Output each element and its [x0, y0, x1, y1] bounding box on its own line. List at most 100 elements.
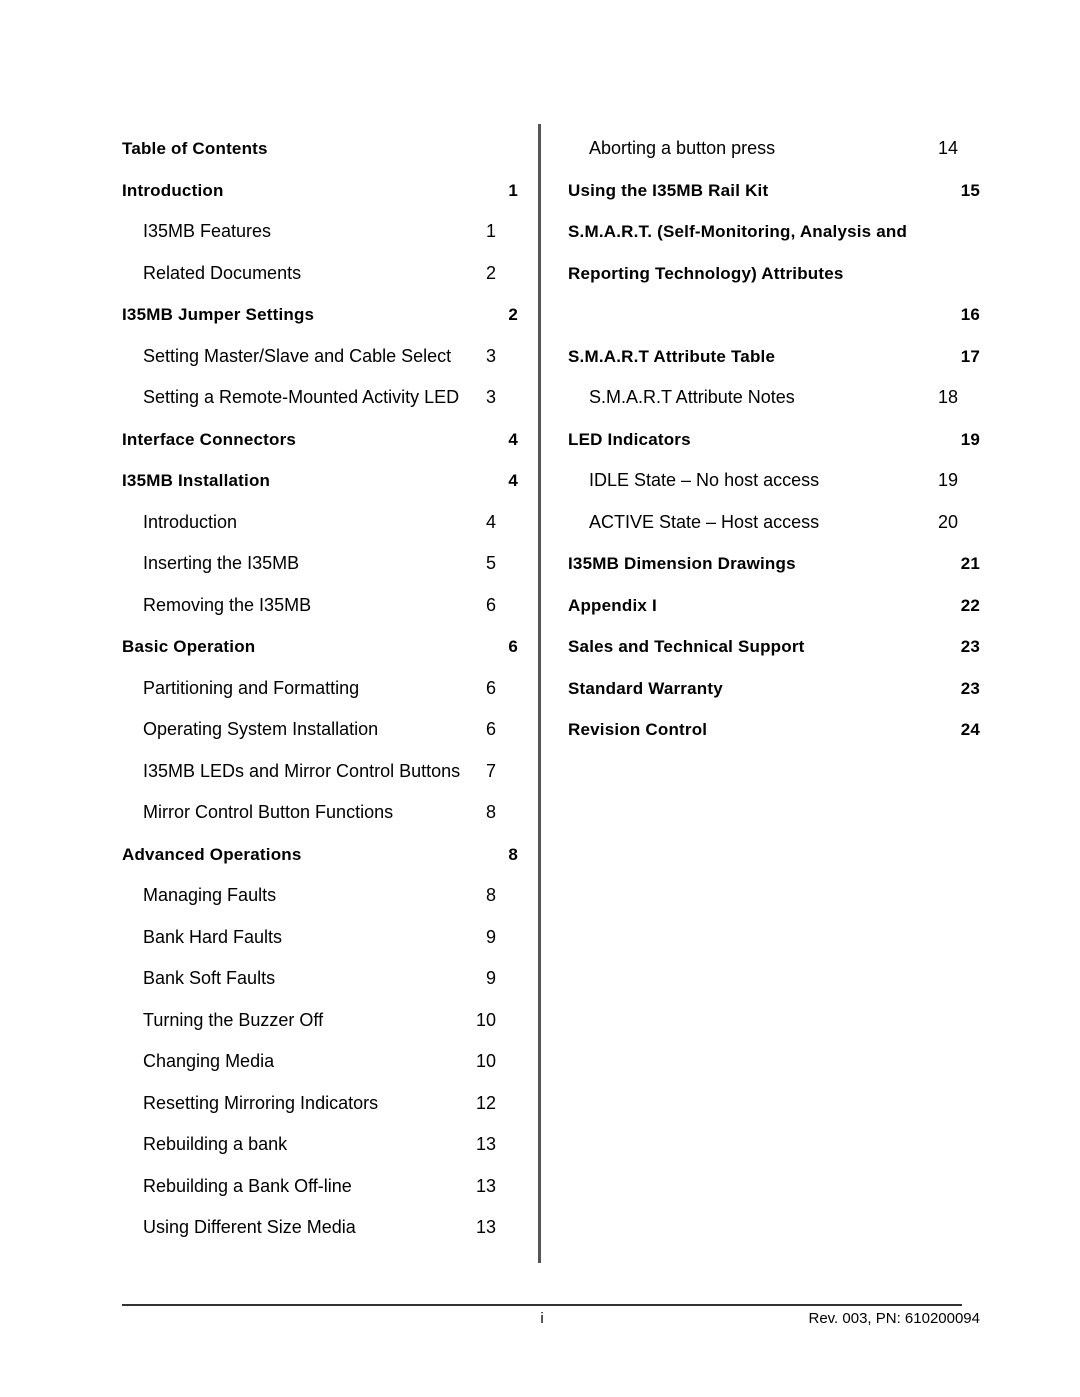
toc-entry[interactable]: Turning the Buzzer Off 10 — [122, 1000, 518, 1042]
toc-entry-page-number: 9 — [485, 926, 496, 947]
toc-entry-page-number: 8 — [508, 844, 518, 864]
footer-divider-rule — [122, 1304, 962, 1306]
toc-entry-label: Rebuilding a Bank Off-line — [143, 1175, 352, 1196]
toc-entry-page-number: 19 — [960, 429, 980, 449]
toc-entry[interactable]: Rebuilding a bank 13 — [122, 1124, 518, 1166]
toc-entry-label: Mirror Control Button Functions — [143, 802, 394, 822]
toc-entry-label: Turning the Buzzer Off — [143, 1009, 324, 1030]
toc-entry[interactable]: Setting Master/Slave and Cable Select 3 — [122, 336, 518, 378]
toc-entry[interactable]: Mirror Control Button Functions 8 — [122, 792, 518, 834]
toc-right-column: Aborting a button press 14 Using the I35MB… — [568, 128, 980, 751]
toc-entry-label: S.M.A.R.T Attribute Table — [568, 346, 776, 366]
toc-left-column: Table of Contents Introduction 1 I35MB Fea… — [122, 128, 518, 1249]
toc-entry-label: Aborting a button press — [589, 138, 776, 158]
toc-entry-page-number: 22 — [960, 595, 980, 615]
toc-entry[interactable]: I35MB Features 1 — [122, 211, 518, 253]
toc-entry[interactable]: Advanced Operations 8 — [122, 834, 518, 876]
toc-entry-page-number: 10 — [475, 1051, 496, 1071]
toc-entry-label: Sales and Technical Support — [568, 637, 805, 656]
toc-entry-label: S.M.A.R.T. (Self-Monitoring, Analysis an… — [568, 222, 908, 283]
toc-entry-page-number: 13 — [475, 1134, 496, 1154]
toc-entry[interactable]: S.M.A.R.T. (Self-Monitoring, Analysis an… — [568, 211, 980, 336]
toc-entry[interactable]: IDLE State – No host access 19 — [568, 460, 980, 502]
toc-entry[interactable]: Related Documents 2 — [122, 253, 518, 295]
toc-entry[interactable]: ACTIVE State – Host access 20 — [568, 502, 980, 544]
toc-entry-label: Appendix I — [568, 595, 657, 615]
toc-entry-page-number: 21 — [960, 554, 980, 573]
toc-entry[interactable]: Using Different Size Media 13 — [122, 1207, 518, 1249]
toc-entry[interactable]: Introduction 1 — [122, 170, 518, 212]
toc-entry-label: Revision Control — [568, 720, 708, 739]
toc-entry-label: Bank Soft Faults — [143, 968, 276, 988]
toc-entry-page-number: 19 — [937, 470, 958, 490]
toc-entry[interactable]: Bank Soft Faults 9 — [122, 958, 518, 1000]
toc-entry[interactable]: S.M.A.R.T Attribute Table 17 — [568, 336, 980, 378]
toc-entry[interactable]: Basic Operation 6 — [122, 626, 518, 668]
toc-entry-label: Setting Master/Slave and Cable Select — [143, 345, 452, 366]
toc-entry-label: I35MB Dimension Drawings — [568, 554, 796, 573]
toc-entry[interactable]: Removing the I35MB 6 — [122, 585, 518, 627]
toc-entry[interactable]: Rebuilding a Bank Off-line 13 — [122, 1166, 518, 1208]
toc-entry[interactable]: Standard Warranty 23 — [568, 668, 980, 710]
toc-entry-page-number: 3 — [485, 345, 496, 366]
toc-entry-page-number: 4 — [508, 429, 518, 449]
toc-entry-label: Advanced Operations — [122, 844, 302, 864]
toc-entry[interactable]: Managing Faults 8 — [122, 875, 518, 917]
toc-entry-label: Introduction — [143, 511, 238, 532]
toc-entry-label: ACTIVE State – Host access — [589, 511, 820, 532]
toc-entry-label: Changing Media — [143, 1051, 275, 1071]
toc-entry-page-number: 6 — [485, 719, 496, 739]
toc-entry-page-number: 8 — [485, 885, 496, 905]
toc-entry-page-number: 23 — [960, 678, 980, 698]
toc-entry[interactable]: LED Indicators 19 — [568, 419, 980, 461]
toc-entry[interactable]: Appendix I 22 — [568, 585, 980, 627]
toc-entry-label: Setting a Remote-Mounted Activity LED — [143, 387, 460, 407]
toc-entry-page-number: 16 — [960, 305, 980, 324]
toc-entry-page-number: 5 — [485, 553, 496, 573]
toc-entry-label: Resetting Mirroring Indicators — [143, 1092, 379, 1113]
toc-entry-label: S.M.A.R.T Attribute Notes — [589, 387, 795, 407]
toc-entry[interactable]: Sales and Technical Support 23 — [568, 626, 980, 668]
toc-entry[interactable]: Interface Connectors 4 — [122, 419, 518, 461]
toc-entry[interactable]: Setting a Remote-Mounted Activity LED 3 — [122, 377, 518, 419]
toc-entry-page-number: 17 — [960, 346, 980, 366]
toc-entry[interactable]: Operating System Installation 6 — [122, 709, 518, 751]
toc-entry-page-number: 3 — [485, 387, 496, 407]
toc-entry-label: Inserting the I35MB — [143, 553, 300, 573]
toc-entry-label: Managing Faults — [143, 885, 277, 905]
toc-entry[interactable]: Inserting the I35MB 5 — [122, 543, 518, 585]
toc-entry[interactable]: Bank Hard Faults 9 — [122, 917, 518, 959]
toc-entry-label: Rebuilding a bank — [143, 1134, 288, 1154]
toc-entry-label: Partitioning and Formatting — [143, 677, 360, 698]
toc-entry[interactable]: Introduction 4 — [122, 502, 518, 544]
toc-entry-label: Using the I35MB Rail Kit — [568, 180, 769, 200]
toc-entry[interactable]: Resetting Mirroring Indicators 12 — [122, 1083, 518, 1125]
toc-entry-page-number: 6 — [508, 637, 518, 656]
toc-entry[interactable]: Partitioning and Formatting 6 — [122, 668, 518, 710]
toc-entry[interactable]: Changing Media 10 — [122, 1041, 518, 1083]
toc-entry-page-number: 6 — [485, 677, 496, 698]
toc-entry[interactable]: I35MB LEDs and Mirror Control Buttons 7 — [122, 751, 518, 793]
toc-entry-page-number: 20 — [937, 511, 958, 532]
toc-entry-wrapped-line: 16 — [568, 294, 980, 336]
toc-entry[interactable]: I35MB Installation 4 — [122, 460, 518, 502]
toc-entry-page-number: 23 — [960, 637, 980, 656]
toc-entry-label: I35MB LEDs and Mirror Control Buttons — [143, 760, 461, 781]
toc-entry-page-number: 12 — [475, 1092, 496, 1113]
toc-entry-label: IDLE State – No host access — [589, 470, 820, 490]
toc-entry[interactable]: Aborting a button press 14 — [568, 128, 980, 170]
toc-entry-page-number: 18 — [937, 387, 958, 407]
toc-entry[interactable]: S.M.A.R.T Attribute Notes 18 — [568, 377, 980, 419]
toc-entry[interactable]: Using the I35MB Rail Kit 15 — [568, 170, 980, 212]
toc-entry-label: Related Documents — [143, 262, 302, 283]
toc-entry-label: I35MB Installation — [122, 471, 271, 490]
toc-entry[interactable]: I35MB Dimension Drawings 21 — [568, 543, 980, 585]
page-title: Table of Contents — [122, 139, 268, 158]
toc-entry-page-number: 2 — [485, 262, 496, 283]
toc-entry[interactable]: I35MB Jumper Settings 2 — [122, 294, 518, 336]
toc-right-entry-list: Aborting a button press 14 Using the I35MB… — [568, 128, 980, 751]
toc-entry-page-number: 4 — [508, 471, 518, 490]
toc-entry-page-number: 13 — [475, 1175, 496, 1196]
toc-entry-label: Standard Warranty — [568, 678, 723, 698]
toc-entry[interactable]: Revision Control 24 — [568, 709, 980, 751]
